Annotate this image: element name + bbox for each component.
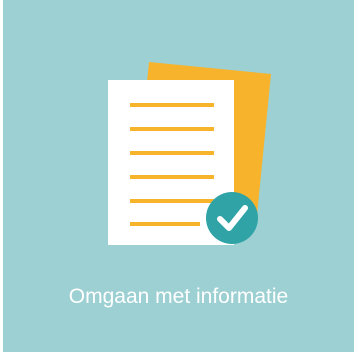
- document-line: [130, 103, 214, 107]
- document-line: [130, 199, 214, 203]
- document-line: [130, 175, 214, 179]
- document-line: [130, 151, 214, 155]
- document-line: [130, 127, 214, 131]
- tile-label: Omgaan met informatie: [68, 285, 289, 308]
- information-tile[interactable]: Omgaan met informatie: [3, 0, 354, 352]
- documents-check-icon: [108, 62, 271, 245]
- check-badge-icon: [206, 192, 258, 244]
- document-line: [130, 222, 200, 226]
